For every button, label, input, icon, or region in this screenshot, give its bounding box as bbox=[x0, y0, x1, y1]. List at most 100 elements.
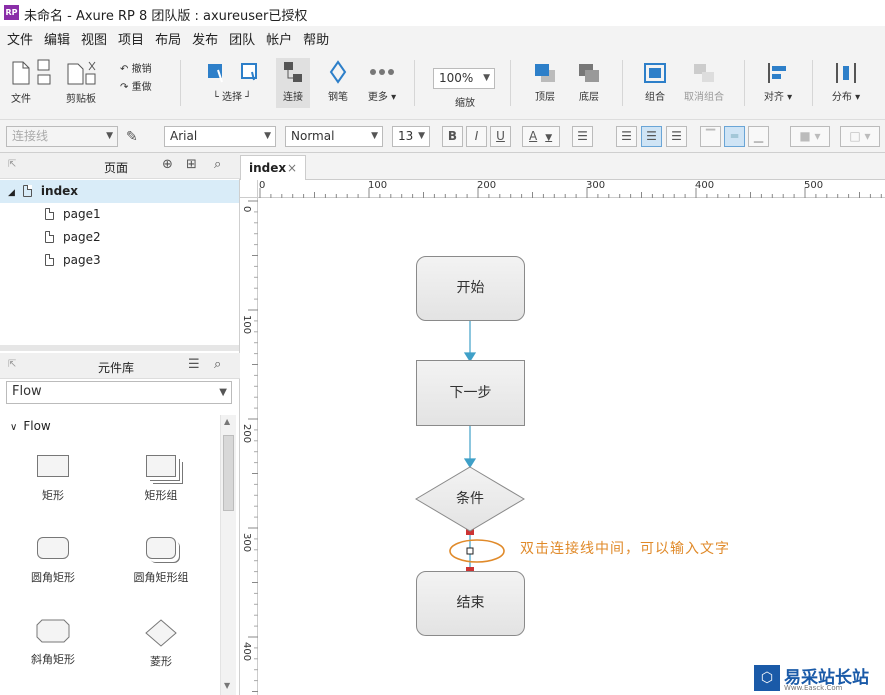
node-start[interactable]: 开始 bbox=[416, 256, 525, 321]
search-icon[interactable]: ⌕ bbox=[214, 357, 221, 372]
undo-button[interactable]: ↶ 撤销 bbox=[120, 60, 164, 75]
more-button[interactable]: 更多 ▾ bbox=[362, 60, 402, 103]
distribute-button[interactable]: 分布 ▾ bbox=[826, 62, 866, 103]
add-folder-icon[interactable]: ⊞ bbox=[186, 157, 197, 172]
widget-rounded-rectangle-group[interactable]: 圆角矩形组 bbox=[116, 537, 206, 585]
chevron-down-icon: ∨ bbox=[10, 422, 18, 433]
flow-connectors bbox=[449, 321, 505, 575]
connector-type-select[interactable]: 连接线 ▼ bbox=[6, 126, 118, 147]
zoom-label: 缩放 bbox=[455, 98, 475, 109]
doc-icon bbox=[45, 254, 54, 266]
menu-file[interactable]: 文件 bbox=[0, 26, 37, 48]
font-style-select[interactable]: Normal ▼ bbox=[285, 126, 383, 147]
watermark: ⬡ 易采站长站 Www.Easck.Com bbox=[752, 663, 885, 695]
menu-help[interactable]: 帮助 bbox=[296, 26, 333, 48]
doc-icon bbox=[22, 185, 32, 197]
valign-top-button[interactable]: ▔ bbox=[700, 126, 721, 147]
bullet-list-button[interactable]: ☰ bbox=[572, 126, 593, 147]
search-icon[interactable]: ⌕ bbox=[214, 157, 221, 172]
connect-button[interactable]: 连接 bbox=[276, 58, 310, 108]
top-icon bbox=[535, 64, 555, 82]
collapse-icon[interactable]: ⇱ bbox=[8, 159, 16, 170]
widget-rectangle-group[interactable]: 矩形组 bbox=[116, 455, 206, 503]
library-panel-header: ⇱ 元件库 ☰ ⌕ bbox=[0, 353, 240, 379]
connect-icon bbox=[284, 62, 302, 82]
canvas-area: index × 0 100 200 300 400 500 0 100 200 … bbox=[240, 153, 885, 695]
add-page-icon[interactable]: ⊕ bbox=[162, 157, 173, 172]
pen-icon bbox=[329, 60, 347, 84]
left-panel: ⇱ 页面 ⊕ ⊞ ⌕ ◢ index page1 page2 page3 ⇱ 元件… bbox=[0, 153, 240, 695]
ungroup-icon bbox=[694, 64, 714, 82]
pages-panel-header: ⇱ 页面 ⊕ ⊞ ⌕ bbox=[0, 153, 240, 179]
menu-team[interactable]: 团队 bbox=[222, 26, 259, 48]
widget-diamond[interactable]: 菱形 bbox=[116, 619, 206, 669]
bottom-icon bbox=[579, 64, 599, 82]
valign-bottom-button[interactable]: ▁ bbox=[748, 126, 769, 147]
font-family-select[interactable]: Arial ▼ bbox=[164, 126, 276, 147]
text-color-button[interactable]: A ▼ bbox=[522, 126, 560, 147]
menu-publish[interactable]: 发布 bbox=[185, 26, 222, 48]
highlight-ellipse bbox=[449, 539, 505, 563]
pen-button[interactable]: 钢笔 bbox=[322, 60, 354, 103]
library-scrollbar[interactable]: ▲ ▼ bbox=[220, 415, 236, 695]
file-button[interactable]: 文件 bbox=[6, 58, 36, 105]
italic-button[interactable]: I bbox=[466, 126, 487, 147]
menu-project[interactable]: 项目 bbox=[111, 26, 148, 48]
copy-icon bbox=[67, 61, 96, 85]
underline-button[interactable]: U bbox=[490, 126, 511, 147]
panel-splitter[interactable] bbox=[0, 345, 239, 351]
menu-bar: 文件 编辑 视图 项目 布局 发布 团队 帐户 帮助 bbox=[0, 26, 885, 48]
font-size-select[interactable]: 13 ▼ bbox=[392, 126, 430, 147]
zoom-select[interactable]: 100% ▼ bbox=[433, 68, 495, 89]
redo-button[interactable]: ↷ 重做 bbox=[120, 78, 164, 93]
ungroup-button[interactable]: 取消组合 bbox=[680, 62, 728, 103]
annotation-text: 双击连接线中间，可以输入文字 bbox=[520, 541, 730, 557]
group-button[interactable]: 组合 bbox=[638, 62, 672, 103]
menu-account[interactable]: 帐户 bbox=[259, 26, 296, 48]
save-open-icon[interactable] bbox=[36, 58, 52, 88]
page-item[interactable]: page2 bbox=[0, 226, 239, 249]
title-bar: RP 未命名 - Axure RP 8 团队版 : axureuser已授权 bbox=[0, 0, 885, 26]
page-item[interactable]: page3 bbox=[0, 249, 239, 272]
distribute-icon bbox=[836, 63, 856, 83]
align-center-button[interactable]: ☰ bbox=[641, 126, 662, 147]
align-button[interactable]: 对齐 ▾ bbox=[758, 62, 798, 103]
widget-bevel-rectangle[interactable]: 斜角矩形 bbox=[8, 619, 98, 667]
fill-color-button[interactable]: ■ ▾ bbox=[790, 126, 830, 147]
bring-to-front-button[interactable]: 顶层 bbox=[528, 62, 562, 103]
watermark-subtext: Www.Easck.Com bbox=[784, 684, 843, 692]
menu-layout[interactable]: 布局 bbox=[148, 26, 185, 48]
send-to-back-button[interactable]: 底层 bbox=[572, 62, 606, 103]
page-item[interactable]: page1 bbox=[0, 203, 239, 226]
library-select[interactable]: Flow ▼ bbox=[6, 381, 232, 404]
format-painter-icon[interactable]: ✎ bbox=[126, 129, 138, 145]
library-panel-title: 元件库 bbox=[98, 361, 135, 375]
undo-icon: ↶ bbox=[120, 64, 129, 75]
doc-icon bbox=[45, 208, 54, 220]
scroll-thumb[interactable] bbox=[223, 435, 234, 511]
connector-midpoint[interactable] bbox=[466, 547, 474, 555]
app-icon: RP bbox=[4, 5, 19, 20]
clipboard-button[interactable]: 剪贴板 bbox=[62, 58, 100, 105]
shadow-button[interactable]: □ ▾ bbox=[840, 126, 880, 147]
align-left-button[interactable]: ☰ bbox=[616, 126, 637, 147]
tree-expand-icon[interactable]: ◢ bbox=[8, 188, 15, 198]
collapse-icon[interactable]: ⇱ bbox=[8, 359, 16, 370]
more-icon bbox=[370, 69, 394, 75]
menu-edit[interactable]: 编辑 bbox=[37, 26, 74, 48]
align-right-button[interactable]: ☰ bbox=[666, 126, 687, 147]
menu-icon[interactable]: ☰ bbox=[188, 357, 200, 372]
widget-rounded-rectangle[interactable]: 圆角矩形 bbox=[8, 537, 98, 585]
node-end[interactable]: 结束 bbox=[416, 571, 525, 636]
node-next-step[interactable]: 下一步 bbox=[416, 360, 525, 426]
select-button[interactable]: └ 选择 ┘ bbox=[198, 60, 266, 103]
doc-icon bbox=[45, 231, 54, 243]
page-tree-root[interactable]: ◢ index bbox=[0, 180, 239, 203]
valign-middle-button[interactable]: ═ bbox=[724, 126, 745, 147]
logo-icon: ⬡ bbox=[754, 665, 780, 691]
widget-rectangle[interactable]: 矩形 bbox=[8, 455, 98, 503]
menu-view[interactable]: 视图 bbox=[74, 26, 111, 48]
library-group-header[interactable]: ∨ Flow bbox=[10, 419, 51, 433]
bold-button[interactable]: B bbox=[442, 126, 463, 147]
group-icon bbox=[644, 63, 666, 83]
